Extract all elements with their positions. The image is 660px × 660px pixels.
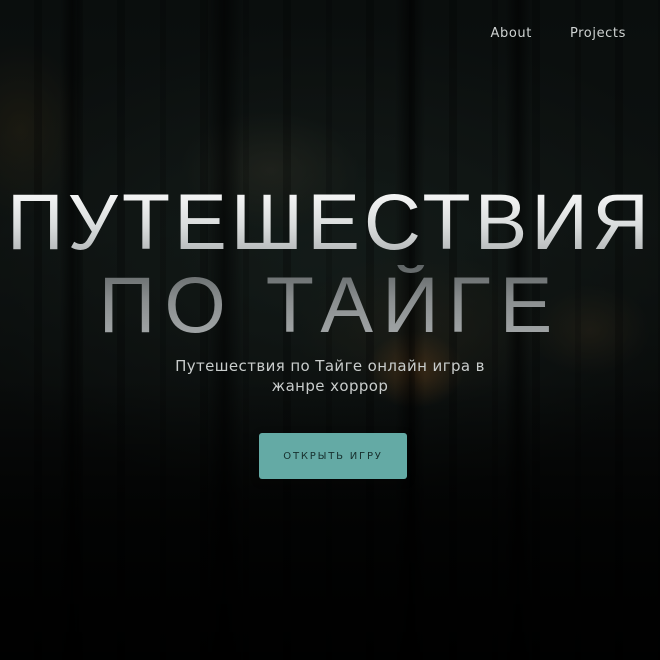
nav-link-projects[interactable]: Projects: [570, 26, 626, 41]
nav-link-about[interactable]: About: [491, 26, 532, 41]
hero-title-line-1: Путешествия: [0, 182, 660, 262]
hero-subtitle: Путешествия по Тайге онлайн игра в жанре…: [175, 357, 485, 395]
top-nav: About Projects: [491, 26, 660, 41]
hero-title-line-2: по Тайге: [0, 265, 660, 345]
open-game-button[interactable]: Открыть игру: [259, 433, 407, 479]
landing-page: About Projects Путешествия по Тайге Путе…: [0, 0, 660, 660]
